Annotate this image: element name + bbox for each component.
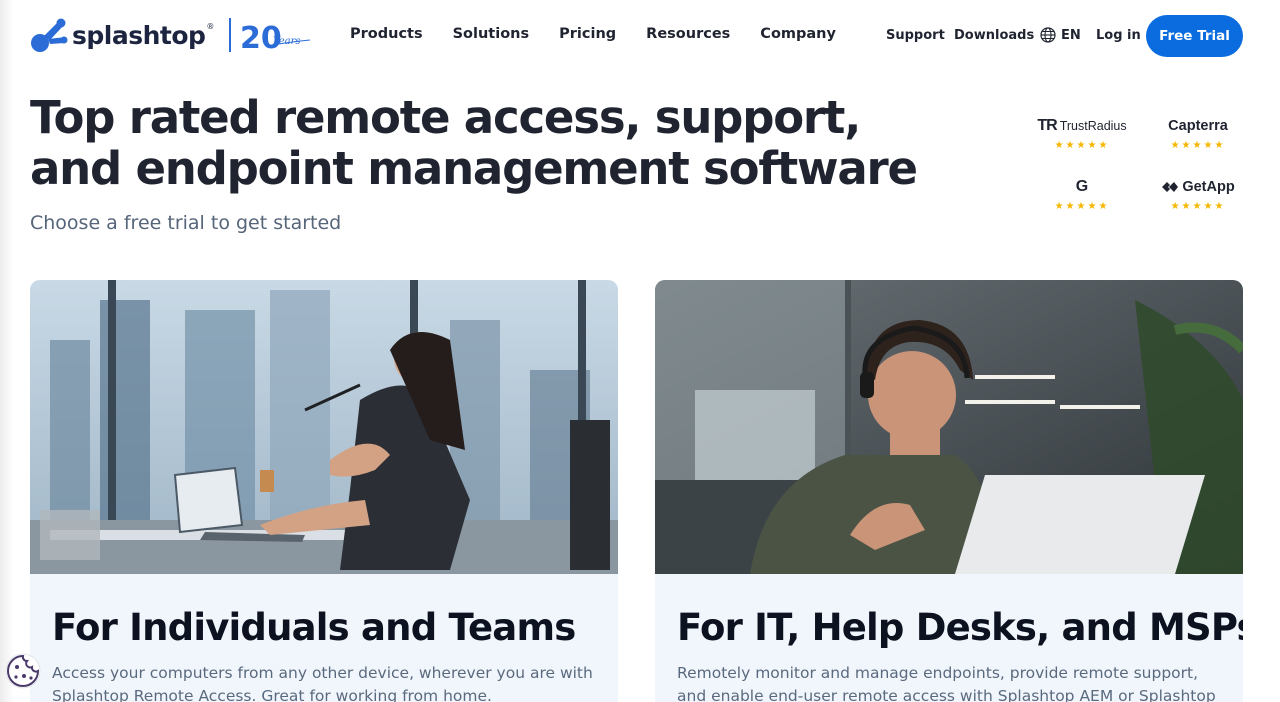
individuals-teams-card[interactable]: For Individuals and Teams Access your co…	[30, 280, 618, 702]
title-line-2: and endpoint management software	[30, 142, 918, 195]
page-gutter	[0, 0, 14, 702]
downloads-link[interactable]: Downloads	[954, 28, 1034, 43]
nav-products[interactable]: Products	[350, 26, 423, 42]
logo-wordmark: splashtop	[72, 20, 206, 50]
card-title: For IT, Help Desks, and MSPs	[677, 606, 1243, 649]
support-link[interactable]: Support	[886, 28, 945, 43]
language-selector[interactable]: EN	[1040, 27, 1081, 43]
g2-badge: G ★★★★★	[1027, 177, 1137, 212]
capterra-stars: ★★★★★	[1170, 140, 1226, 151]
card-title: For Individuals and Teams	[52, 606, 576, 649]
splash-logo-icon	[31, 18, 68, 52]
main-nav: Products Solutions Pricing Resources Com…	[350, 26, 866, 42]
nav-company[interactable]: Company	[760, 26, 836, 42]
language-label: EN	[1061, 27, 1081, 43]
nav-solutions[interactable]: Solutions	[453, 26, 530, 42]
g2-stars: ★★★★★	[1054, 201, 1110, 212]
20-years-badge: 20 Years	[229, 18, 311, 54]
woman-working-photo	[30, 280, 618, 574]
site-header: splashtop ® 20 Years Products Solutions …	[0, 0, 1280, 72]
capterra-badge: Capterra ★★★★★	[1143, 116, 1253, 151]
trustradius-logo: TR TrustRadius	[1027, 116, 1137, 136]
trustradius-mark: TR	[1037, 117, 1057, 134]
getapp-stars: ★★★★★	[1170, 201, 1226, 212]
login-link[interactable]: Log in	[1096, 28, 1141, 43]
g2-logo: G	[1027, 177, 1137, 197]
getapp-name: GetApp	[1182, 179, 1235, 195]
getapp-logo: GetApp	[1143, 177, 1253, 197]
hero-subtitle: Choose a free trial to get started	[30, 212, 342, 234]
card-description: Access your computers from any other dev…	[52, 664, 593, 702]
g2-mark: G	[1075, 178, 1089, 195]
nav-resources[interactable]: Resources	[646, 26, 730, 42]
man-with-headset-photo	[655, 280, 1243, 574]
logo-trademark: ®	[206, 22, 215, 31]
title-line-1: Top rated remote access, support,	[30, 91, 861, 144]
page-title: Top rated remote access, support, and en…	[30, 92, 930, 194]
capterra-logo: Capterra	[1168, 118, 1228, 134]
globe-icon	[1040, 27, 1056, 43]
trustradius-stars: ★★★★★	[1054, 140, 1110, 151]
trustradius-badge: TR TrustRadius ★★★★★	[1027, 116, 1137, 151]
splashtop-logo[interactable]: splashtop ®	[30, 16, 214, 54]
free-trial-button[interactable]: Free Trial	[1146, 15, 1243, 57]
it-helpdesk-msp-card[interactable]: For IT, Help Desks, and MSPs Remotely mo…	[655, 280, 1243, 702]
card-description: Remotely monitor and manage endpoints, p…	[677, 664, 1216, 702]
getapp-arrows-icon	[1162, 182, 1179, 192]
nav-pricing[interactable]: Pricing	[559, 26, 616, 42]
getapp-badge: GetApp ★★★★★	[1143, 177, 1253, 212]
trustradius-name: TrustRadius	[1059, 119, 1127, 133]
cookie-settings-icon[interactable]	[4, 652, 42, 690]
